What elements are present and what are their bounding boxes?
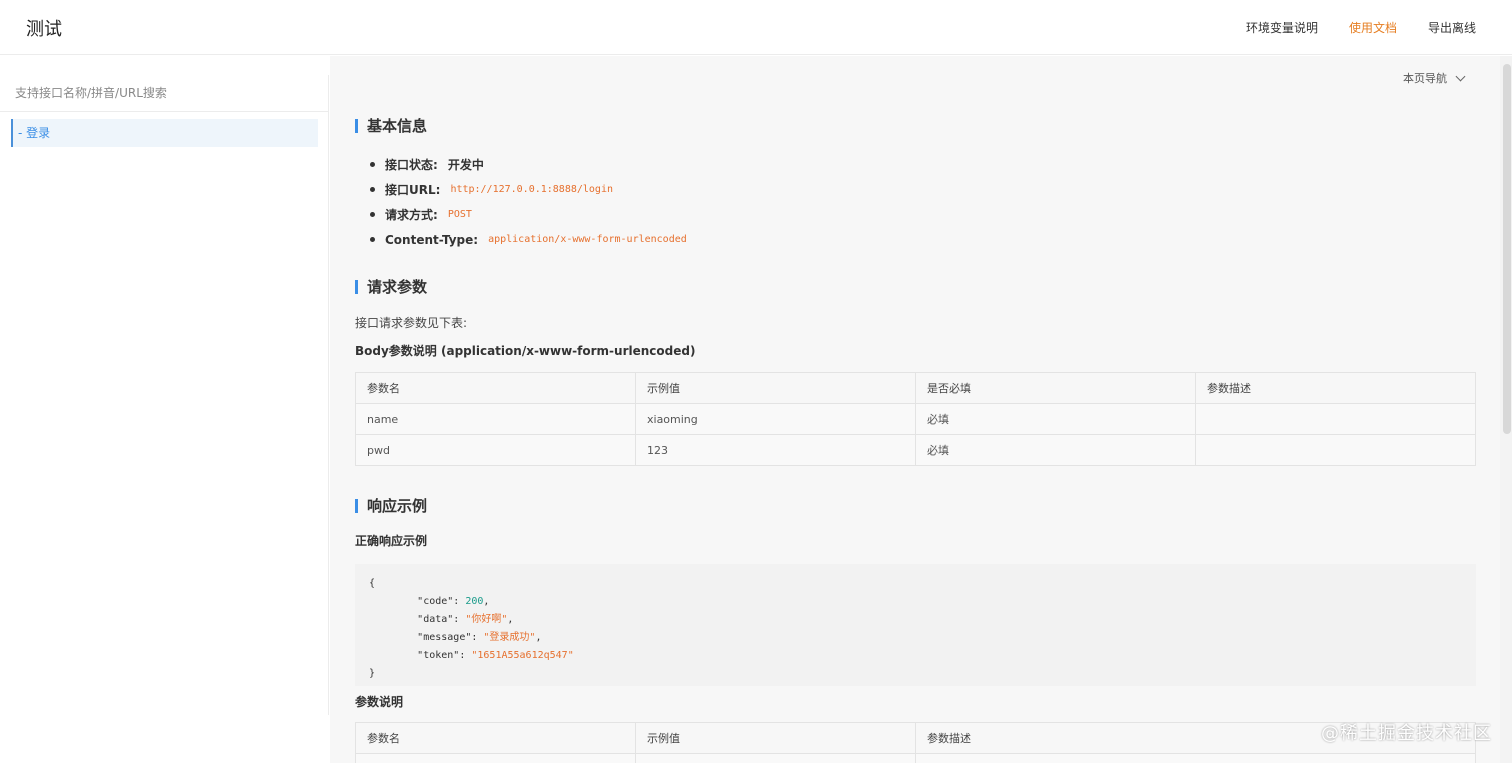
code-line: "code": 200, [417,596,490,607]
table-cell: 必填 [915,403,1196,435]
main-content: 本页导航 基本信息 接口状态: 开发中 接口URL: http://127.0.… [330,56,1500,763]
column-header: 示例值 [635,722,916,754]
chevron-down-icon [1455,71,1466,81]
code-open-brace: { [369,578,376,589]
table-cell: 123 [635,434,916,466]
sidebar-item-login[interactable]: - 登录 [11,119,318,147]
method-value: POST [447,209,472,220]
code-line: "data": "你好啊", [417,614,514,625]
table-row: name xiaoming 必填 [355,403,1476,435]
table-header-row: 参数名 示例值 参数描述 [355,722,1476,754]
nav-usage-docs[interactable]: 使用文档 [1349,19,1397,36]
scrollbar-thumb[interactable] [1503,64,1511,434]
nav-export-offline[interactable]: 导出离线 [1428,19,1476,36]
app-title: 测试 [26,19,62,40]
top-bar: 测试 环境变量说明 使用文档 导出离线 [0,0,1512,55]
response-params-table: 参数名 示例值 参数描述 [355,722,1476,763]
table-cell: pwd [355,434,636,466]
column-header: 示例值 [635,372,916,404]
list-item: Content-Type: application/x-www-form-url… [370,227,687,252]
success-response-title: 正确响应示例 [355,534,428,548]
column-header: 是否必填 [915,372,1196,404]
request-params-desc: 接口请求参数见下表: [355,316,468,330]
response-params-title: 参数说明 [355,695,404,709]
watermark: @稀土掘金技术社区 [1321,723,1492,744]
top-nav: 环境变量说明 使用文档 导出离线 [1246,19,1476,36]
search-box [0,75,328,112]
section-title-request-params: 请求参数 [355,280,427,295]
table-cell: 必填 [915,434,1196,466]
basic-info-list: 接口状态: 开发中 接口URL: http://127.0.0.1:8888/l… [370,152,687,252]
search-input[interactable] [0,75,328,111]
status-label: 接口状态: [385,158,438,172]
table-cell [1195,434,1476,466]
page-nav-dropdown[interactable]: 本页导航 [1403,70,1466,86]
column-header: 参数描述 [1195,372,1476,404]
table-row: pwd 123 必填 [355,434,1476,466]
column-header: 参数名 [355,372,636,404]
page-nav-label: 本页导航 [1403,72,1447,85]
section-title-basic-info: 基本信息 [355,119,427,134]
list-item: 请求方式: POST [370,202,687,227]
content-type-label: Content-Type: [385,232,479,247]
code-line: "token": "1651A55a612q547" [417,650,574,661]
body-params-title: Body参数说明 (application/x-www-form-urlenco… [355,344,696,358]
response-code-block: { "code": 200, "data": "你好啊", "message":… [355,564,1476,686]
list-item: 接口状态: 开发中 [370,152,687,177]
status-value: 开发中 [447,158,484,172]
url-value: http://127.0.0.1:8888/login [450,184,613,195]
section-title-response-example: 响应示例 [355,499,427,514]
table-header-row: 参数名 示例值 是否必填 参数描述 [355,372,1476,404]
table-cell [1195,403,1476,435]
table-cell: name [355,403,636,435]
scrollbar[interactable] [1500,56,1512,763]
sidebar: - 登录 [0,75,329,715]
list-item: 接口URL: http://127.0.0.1:8888/login [370,177,687,202]
table-row [355,753,1476,763]
column-header: 参数名 [355,722,636,754]
code-close-brace: } [369,668,376,679]
method-label: 请求方式: [385,208,438,222]
request-params-table: 参数名 示例值 是否必填 参数描述 name xiaoming 必填 pwd 1… [355,372,1476,466]
nav-env-vars[interactable]: 环境变量说明 [1246,19,1318,36]
url-label: 接口URL: [385,183,441,197]
code-line: "message": "登录成功", [417,632,542,643]
table-cell: xiaoming [635,403,916,435]
content-type-value: application/x-www-form-urlencoded [488,234,687,245]
